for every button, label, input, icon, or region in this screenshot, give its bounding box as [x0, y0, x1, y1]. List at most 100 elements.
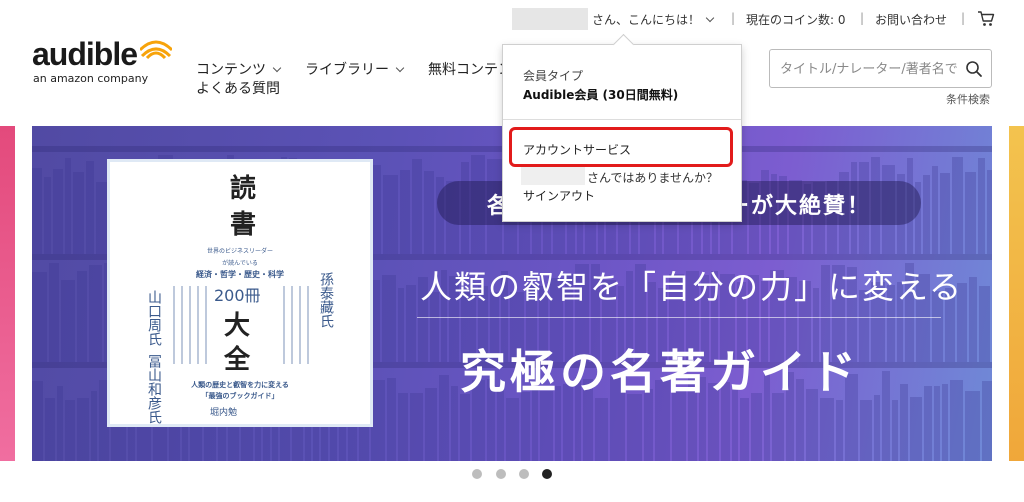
nav-free-contents[interactable]: 無料コンテン	[428, 59, 512, 79]
shelf-book-spine	[595, 398, 608, 461]
shelf-book-spine	[521, 392, 530, 461]
book-blurb: 人類の歴史と叡智を力に変える 「最強のブックガイド」	[110, 380, 370, 402]
shelf-book-spine	[424, 171, 434, 254]
carousel-dot[interactable]	[542, 469, 552, 479]
shelf-book-spine	[965, 172, 976, 254]
shelf-book-spine	[49, 263, 59, 362]
shelf-book-spine	[371, 280, 380, 362]
greeting-text: さん、こんにちは！	[592, 13, 701, 27]
shelf-book-spine	[44, 177, 51, 254]
cart-icon[interactable]	[977, 10, 995, 28]
shelf-book-spine	[65, 400, 75, 461]
audible-logo[interactable]: audible an amazon company	[32, 36, 172, 92]
shelf-book-spine	[412, 159, 422, 254]
shelf-book-spine	[969, 277, 977, 362]
shelf-book-spine	[772, 393, 784, 461]
top-utility-bar: さん、こんにちは！ | 現在のコイン数: 0 | お問い合わせ |	[0, 6, 1024, 32]
shelf-book-spine	[77, 398, 89, 461]
book-editor: 堀内勉	[210, 408, 238, 418]
carousel-dot[interactable]	[496, 469, 506, 479]
nav-contents-label: コンテンツ	[196, 62, 266, 78]
audible-home-page: さん、こんにちは！ | 現在のコイン数: 0 | お問い合わせ | audibl…	[0, 0, 1024, 502]
shelf-book-spine	[892, 400, 898, 461]
membership-type-value: Audible会員 (30日間無料)	[523, 88, 679, 102]
shelf-book-spine	[65, 158, 71, 254]
shelf-book-spine	[987, 170, 992, 254]
banner-headline: 人類の叡智を「自分の力」に変える	[420, 268, 964, 306]
book-tagline: 世界のビジネスリーダー	[206, 248, 273, 255]
shelf-book-spine	[382, 275, 396, 362]
shelf-book-spine	[923, 175, 930, 254]
advanced-search-link[interactable]: 条件検索	[946, 91, 990, 107]
shelf-book-spine	[89, 265, 102, 362]
account-dropdown: 会員タイプ Audible会員 (30日間無料) アカウントサービス さんではあ…	[502, 44, 742, 222]
logo-subtitle: an amazon company	[33, 72, 149, 85]
shelf-book-spine	[57, 386, 63, 461]
shelf-book-spine	[979, 286, 990, 362]
shelf-book-spine	[506, 398, 519, 461]
shelf-book-spine	[387, 378, 396, 461]
sign-out-link[interactable]: サインアウト	[523, 187, 595, 204]
book-blurb-lines	[173, 286, 207, 364]
chevron-down-icon	[705, 13, 715, 23]
account-menu-toggle[interactable]: さん、こんにちは！	[592, 11, 715, 28]
book-blurb-line: 「最強のブックガイド」	[201, 392, 279, 400]
shelf-book-spine	[45, 398, 55, 461]
shelf-book-spine	[900, 384, 908, 461]
shelf-book-spine	[451, 386, 458, 461]
carousel-dot[interactable]	[519, 469, 529, 479]
nav-library[interactable]: ライブラリー	[305, 59, 405, 79]
chevron-down-icon	[395, 63, 405, 73]
shelf-book-spine	[91, 391, 97, 461]
audible-waves-icon	[140, 40, 172, 60]
shelf-book-spine	[882, 371, 890, 461]
shelf-book-spine	[934, 386, 940, 461]
nav-contents[interactable]: コンテンツ	[196, 59, 282, 79]
dropdown-divider	[503, 119, 741, 120]
shelf-book-spine	[369, 165, 381, 254]
shelf-book-spine	[86, 161, 94, 254]
book-author: 孫泰藏氏	[318, 272, 334, 328]
book-title-char: 書	[230, 210, 257, 240]
search-icon[interactable]	[965, 60, 983, 78]
shelf-book-spine	[406, 285, 416, 362]
shelf-book-spine	[61, 280, 75, 362]
shelf-book-spine	[32, 272, 47, 362]
shelf-book-spine	[96, 182, 108, 254]
shelf-book-spine	[77, 271, 87, 362]
account-service-link[interactable]: アカウントサービス	[523, 141, 631, 158]
shelf-book-spine	[751, 393, 762, 461]
book-cover: 読 書 世界のビジネスリーダー が読んでいる 経済・哲学・歴史・科学 200冊 …	[110, 162, 370, 424]
carousel-dot[interactable]	[472, 469, 482, 479]
book-title-char: 全	[224, 345, 251, 375]
carousel-next-slide-peek[interactable]	[1009, 126, 1024, 461]
shelf-book-spine	[383, 175, 398, 254]
shelf-book-spine	[400, 170, 410, 254]
shelf-book-spine	[978, 158, 985, 254]
shelf-book-spine	[53, 169, 63, 254]
not-you-link[interactable]: さんではありませんか？	[587, 169, 718, 186]
shelf-book-spine	[950, 380, 963, 461]
shelf-book-spine	[924, 386, 932, 461]
username-redacted	[512, 8, 588, 30]
nav-faq[interactable]: よくある質問	[196, 78, 280, 98]
banner-divider	[417, 317, 941, 318]
coin-balance[interactable]: 現在のコイン数: 0	[746, 11, 846, 28]
shelf-book-spine	[740, 398, 749, 461]
shelf-book-spine	[952, 157, 963, 254]
shelf-book-spine	[982, 381, 992, 461]
banner-main-title: 究極の名著ガイド	[460, 345, 860, 399]
search-box	[769, 49, 992, 88]
contact-link[interactable]: お問い合わせ	[875, 11, 947, 28]
carousel-prev-slide-peek[interactable]	[0, 126, 15, 461]
shelf-book-spine	[965, 391, 980, 461]
shelf-book-spine	[32, 381, 43, 461]
shelf-book-spine	[910, 397, 922, 461]
separator: |	[731, 11, 736, 25]
logo-wordmark: audible	[32, 36, 138, 72]
shelf-book-spine	[371, 380, 385, 461]
search-input[interactable]	[780, 59, 958, 79]
shelf-book-spine	[398, 393, 408, 461]
shelf-book-spine	[860, 400, 872, 461]
book-blurb-line: 人類の歴史と叡智を力に変える	[191, 381, 289, 389]
